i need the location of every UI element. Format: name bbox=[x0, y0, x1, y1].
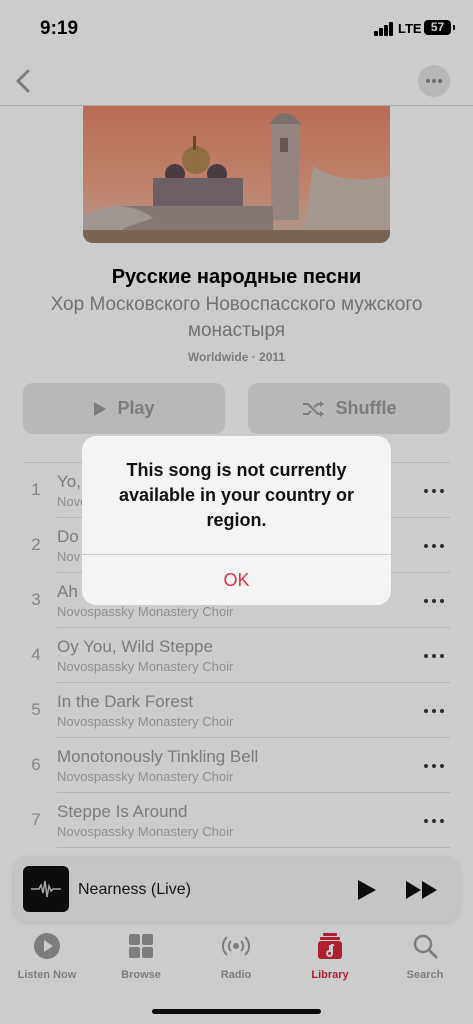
alert-message: This song is not currently available in … bbox=[118, 460, 355, 530]
alert-dialog: This song is not currently available in … bbox=[82, 436, 391, 605]
alert-ok-button[interactable]: OK bbox=[82, 555, 391, 605]
